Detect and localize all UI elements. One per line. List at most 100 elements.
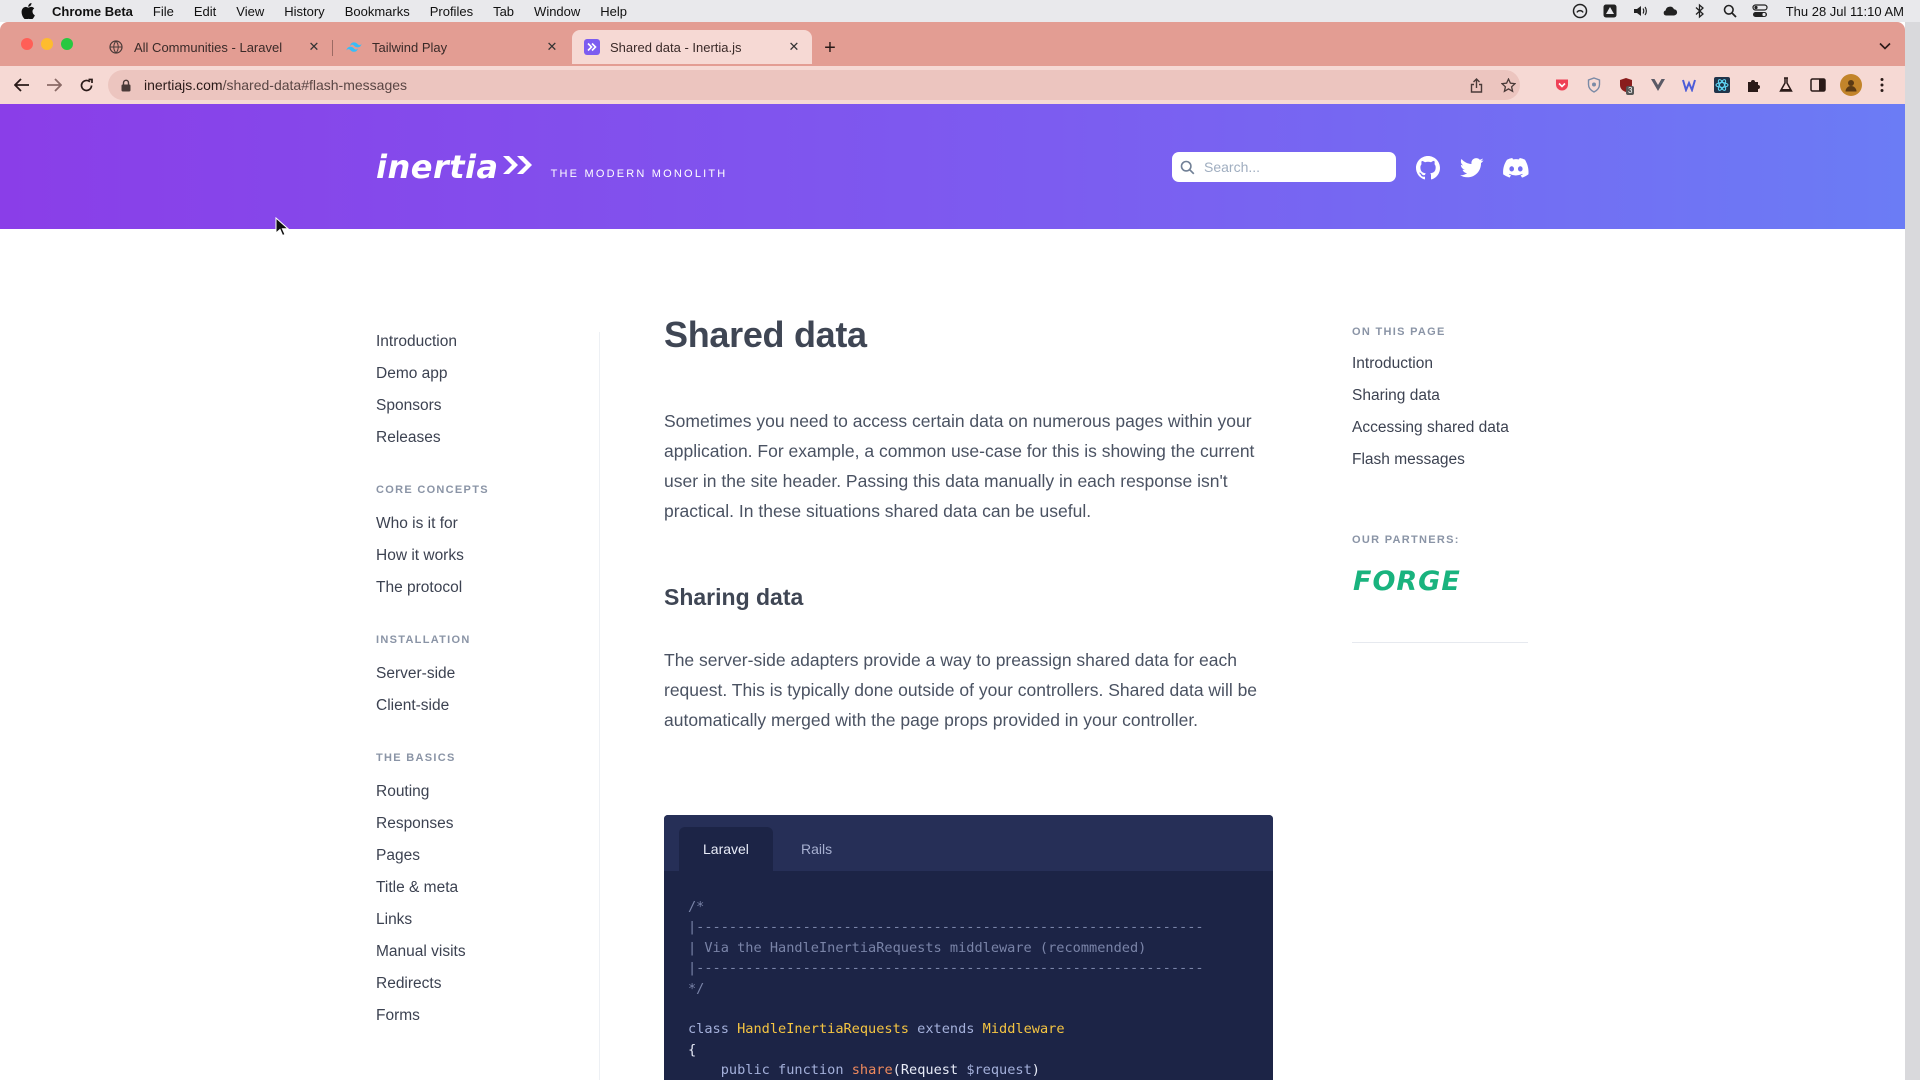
- creative-cloud-icon[interactable]: [1572, 3, 1588, 19]
- code-tab-bar: Laravel Rails: [664, 815, 1273, 871]
- new-tab-button[interactable]: +: [818, 36, 842, 60]
- volume-icon[interactable]: [1632, 3, 1648, 19]
- flask-icon[interactable]: [1778, 77, 1794, 93]
- share-icon[interactable]: [1468, 77, 1484, 93]
- cloud-icon[interactable]: [1662, 3, 1678, 19]
- minimize-window-button[interactable]: [41, 38, 53, 50]
- close-window-button[interactable]: [21, 38, 33, 50]
- browser-toolbar: inertiajs.com/shared-data#flash-messages…: [0, 66, 1905, 104]
- code-listing[interactable]: /* |-------------------------------------…: [688, 897, 1204, 1080]
- address-bar[interactable]: inertiajs.com/shared-data#flash-messages: [108, 70, 1520, 100]
- menu-edit[interactable]: Edit: [194, 4, 216, 19]
- code-line: |---------------------------------------…: [688, 958, 1204, 978]
- close-tab-icon[interactable]: ✕: [306, 39, 322, 55]
- sidebar-item-pages[interactable]: Pages: [376, 840, 600, 872]
- site-header: inertia THE MODERN MONOLITH: [0, 104, 1905, 229]
- sidebar-item-routing[interactable]: Routing: [376, 776, 600, 808]
- code-keyword: class: [688, 1021, 729, 1038]
- tab-tailwind-play[interactable]: Tailwind Play ✕: [334, 30, 570, 64]
- code-function-name: share: [851, 1062, 893, 1079]
- article: Shared data Sometimes you need to access…: [664, 314, 1274, 730]
- site-logo[interactable]: inertia THE MODERN MONOLITH: [376, 151, 727, 183]
- code-comment: /*: [688, 899, 705, 915]
- sidebar-item-demo-app[interactable]: Demo app: [376, 358, 600, 390]
- browser-menu-icon[interactable]: [1874, 77, 1890, 93]
- apple-icon[interactable]: [18, 1, 38, 21]
- reload-button[interactable]: [75, 74, 97, 96]
- back-button[interactable]: [11, 74, 33, 96]
- sidebar-item-releases[interactable]: Releases: [376, 422, 600, 454]
- sidebar-item-sponsors[interactable]: Sponsors: [376, 390, 600, 422]
- sidebar-item-links[interactable]: Links: [376, 904, 600, 936]
- menu-bookmarks[interactable]: Bookmarks: [345, 4, 410, 19]
- sidebar-item-who-is-it-for[interactable]: Who is it for: [376, 508, 600, 540]
- sidebar-item-responses[interactable]: Responses: [376, 808, 600, 840]
- toc-item-introduction[interactable]: Introduction: [1352, 348, 1532, 380]
- sidebar-item-manual-visits[interactable]: Manual visits: [376, 936, 600, 968]
- close-tab-icon[interactable]: ✕: [544, 39, 560, 55]
- twitter-icon[interactable]: [1459, 155, 1485, 181]
- toc-heading: ON THIS PAGE: [1352, 326, 1446, 338]
- partners-heading: OUR PARTNERS:: [1352, 534, 1460, 546]
- url-text[interactable]: inertiajs.com/shared-data#flash-messages: [144, 77, 407, 93]
- react-devtools-icon[interactable]: [1714, 77, 1730, 93]
- pocket-icon[interactable]: [1554, 77, 1570, 93]
- github-icon[interactable]: [1415, 155, 1441, 181]
- web-page: inertia THE MODERN MONOLITH Search... In…: [0, 104, 1905, 1080]
- menu-tab[interactable]: Tab: [493, 4, 514, 19]
- nav-group-top: Introduction Demo app Sponsors Releases: [376, 326, 600, 454]
- side-panel-icon[interactable]: [1810, 77, 1826, 93]
- menu-help[interactable]: Help: [600, 4, 627, 19]
- lock-icon[interactable]: [121, 78, 133, 92]
- search-box[interactable]: [1172, 152, 1396, 182]
- wappalyzer-icon[interactable]: [1682, 77, 1698, 93]
- menu-app-name[interactable]: Chrome Beta: [52, 4, 133, 19]
- sidebar-item-server-side[interactable]: Server-side: [376, 658, 600, 690]
- intro-paragraph: Sometimes you need to access certain dat…: [664, 411, 1255, 521]
- sidebar-item-introduction[interactable]: Introduction: [376, 326, 600, 358]
- menu-history[interactable]: History: [284, 4, 324, 19]
- bluetooth-icon[interactable]: [1692, 3, 1708, 19]
- zoom-window-button[interactable]: [61, 38, 73, 50]
- bookmark-star-icon[interactable]: [1500, 77, 1516, 93]
- close-tab-icon[interactable]: ✕: [786, 39, 802, 55]
- menu-view[interactable]: View: [236, 4, 264, 19]
- spotlight-icon[interactable]: [1722, 3, 1738, 19]
- sidebar-item-forms[interactable]: Forms: [376, 1000, 600, 1032]
- drive-icon[interactable]: [1602, 3, 1618, 19]
- extensions-puzzle-icon[interactable]: [1746, 77, 1762, 93]
- profile-avatar[interactable]: [1840, 74, 1862, 96]
- code-punctuation: (: [892, 1062, 901, 1079]
- tab-laravel[interactable]: All Communities - Laravel ✕: [96, 30, 332, 64]
- vue-devtools-icon[interactable]: [1650, 77, 1666, 93]
- code-tab-laravel[interactable]: Laravel: [679, 827, 773, 871]
- search-input[interactable]: [1204, 159, 1384, 175]
- sidebar-item-how-it-works[interactable]: How it works: [376, 540, 600, 572]
- browser-window: All Communities - Laravel ✕ Tailwind Pla…: [0, 22, 1905, 1080]
- code-tab-rails[interactable]: Rails: [777, 827, 856, 871]
- toc-item-flash-messages[interactable]: Flash messages: [1352, 444, 1532, 476]
- menu-bar-clock[interactable]: Thu 28 Jul 11:10 AM: [1786, 4, 1904, 19]
- code-comment: | Via the HandleInertiaRequests middlewa…: [688, 939, 1147, 956]
- tab-search-icon[interactable]: [1877, 38, 1893, 54]
- code-type: Request: [900, 1062, 959, 1079]
- toc-item-accessing-shared-data[interactable]: Accessing shared data: [1352, 412, 1532, 444]
- code-line: |---------------------------------------…: [688, 917, 1204, 937]
- forge-logo[interactable]: FORGE: [1352, 566, 1482, 597]
- sidebar-item-the-protocol[interactable]: The protocol: [376, 572, 600, 604]
- ublock-icon[interactable]: 3: [1618, 77, 1635, 95]
- tab-inertia-shared-data[interactable]: Shared data - Inertia.js ✕: [572, 30, 812, 64]
- sidebar-item-client-side[interactable]: Client-side: [376, 690, 600, 722]
- menu-window[interactable]: Window: [534, 4, 580, 19]
- toc-item-sharing-data[interactable]: Sharing data: [1352, 380, 1532, 412]
- privacy-shield-icon[interactable]: [1586, 77, 1602, 93]
- discord-icon[interactable]: [1503, 155, 1529, 181]
- control-center-icon[interactable]: [1752, 3, 1768, 19]
- sidebar-item-redirects[interactable]: Redirects: [376, 968, 600, 1000]
- code-line: public function share(Request $request): [688, 1060, 1204, 1080]
- menu-profiles[interactable]: Profiles: [430, 4, 473, 19]
- forward-button[interactable]: [43, 74, 65, 96]
- menu-file[interactable]: File: [153, 4, 174, 19]
- sidebar-item-title-meta[interactable]: Title & meta: [376, 872, 600, 904]
